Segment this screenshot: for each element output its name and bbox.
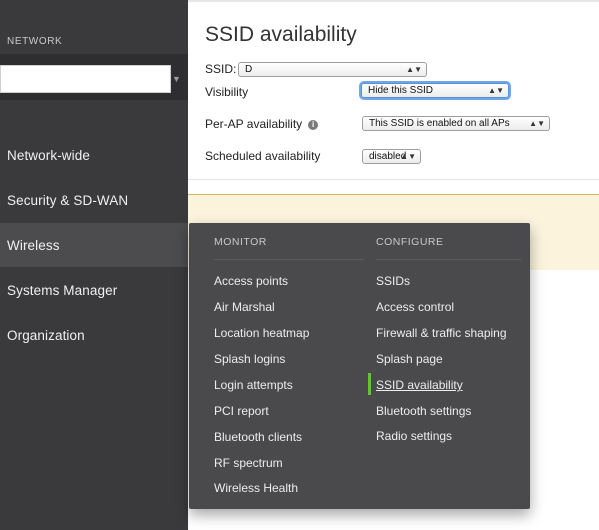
visibility-label: Visibility xyxy=(205,85,249,99)
scheduled-label: Scheduled availability xyxy=(205,149,321,163)
sidebar-item-label: Wireless xyxy=(7,237,60,253)
per-ap-select-value: This SSID is enabled on all APs xyxy=(369,118,510,129)
current-item-indicator xyxy=(368,373,371,395)
sidebar-item-organization[interactable]: Organization xyxy=(0,313,188,357)
menu-link-bluetooth-settings[interactable]: Bluetooth settings xyxy=(376,404,471,418)
sidebar-item-network-wide[interactable]: Network-wide xyxy=(0,133,188,177)
top-divider xyxy=(188,0,599,2)
sidebar: NETWORK ▼ Network-wide Security & SD-WAN… xyxy=(0,0,190,530)
chevron-down-icon[interactable]: ▼ xyxy=(172,74,181,84)
wireless-flyout-menu: MONITOR CONFIGURE Access points Air Mars… xyxy=(189,223,530,509)
ssid-label: SSID: xyxy=(205,62,237,76)
network-label: NETWORK xyxy=(7,36,63,47)
page-title: SSID availability xyxy=(205,23,357,46)
menu-link-air-marshal[interactable]: Air Marshal xyxy=(214,300,275,314)
per-ap-label: Per-AP availability i xyxy=(205,117,319,131)
menu-link-firewall-traffic-shaping[interactable]: Firewall & traffic shaping xyxy=(376,326,507,340)
updown-arrows-icon: ▲▼ xyxy=(400,152,416,161)
ssid-select[interactable]: D ▲▼ xyxy=(238,62,427,77)
menu-link-ssids[interactable]: SSIDs xyxy=(376,274,410,288)
ssid-select-value: D xyxy=(245,64,253,75)
sidebar-item-label: Security & SD-WAN xyxy=(7,192,129,208)
menu-link-ssid-availability[interactable]: SSID availability xyxy=(376,378,463,392)
visibility-select-value: Hide this SSID xyxy=(368,85,434,96)
updown-arrows-icon: ▲▼ xyxy=(406,65,422,74)
monitor-rule xyxy=(214,259,364,260)
sidebar-item-security-sd-wan[interactable]: Security & SD-WAN xyxy=(0,178,188,222)
scheduled-select[interactable]: disabled ▲▼ xyxy=(362,149,421,164)
menu-link-login-attempts[interactable]: Login attempts xyxy=(214,378,293,392)
per-ap-label-text: Per-AP availability xyxy=(205,117,303,131)
menu-link-splash-logins[interactable]: Splash logins xyxy=(214,352,285,366)
menu-link-access-points[interactable]: Access points xyxy=(214,274,288,288)
menu-link-splash-page[interactable]: Splash page xyxy=(376,352,443,366)
info-icon[interactable]: i xyxy=(308,120,319,130)
menu-link-pci-report[interactable]: PCI report xyxy=(214,404,269,418)
menu-link-rf-spectrum[interactable]: RF spectrum xyxy=(214,456,283,470)
sidebar-item-label: Systems Manager xyxy=(7,282,118,298)
sidebar-item-label: Network-wide xyxy=(7,147,90,163)
menu-link-location-heatmap[interactable]: Location heatmap xyxy=(214,326,309,340)
visibility-select[interactable]: Hide this SSID ▲▼ xyxy=(361,83,509,98)
menu-link-bluetooth-clients[interactable]: Bluetooth clients xyxy=(214,430,302,444)
per-ap-select[interactable]: This SSID is enabled on all APs ▲▼ xyxy=(362,116,550,131)
network-select[interactable] xyxy=(0,65,171,93)
menu-link-radio-settings[interactable]: Radio settings xyxy=(376,429,452,443)
menu-link-wireless-health[interactable]: Wireless Health xyxy=(214,481,298,495)
configure-header: CONFIGURE xyxy=(376,236,444,248)
section-divider xyxy=(188,179,599,180)
updown-arrows-icon: ▲▼ xyxy=(529,119,545,128)
sidebar-item-systems-manager[interactable]: Systems Manager xyxy=(0,268,188,312)
configure-rule xyxy=(376,259,521,260)
sidebar-item-wireless[interactable]: Wireless xyxy=(0,223,190,267)
monitor-header: MONITOR xyxy=(214,236,267,248)
updown-arrows-icon: ▲▼ xyxy=(488,86,504,95)
sidebar-item-label: Organization xyxy=(7,327,85,343)
menu-link-access-control[interactable]: Access control xyxy=(376,300,454,314)
